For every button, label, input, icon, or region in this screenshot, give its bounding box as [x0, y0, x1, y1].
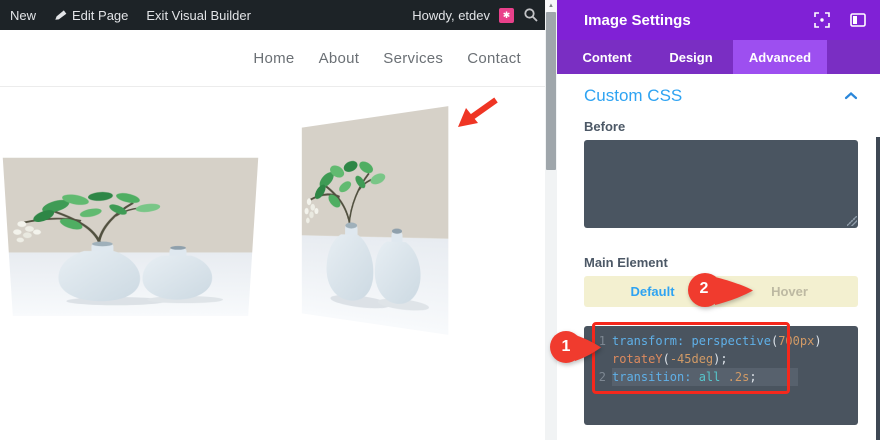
nav-item-about[interactable]: About [319, 50, 360, 67]
main-element-field-label: Main Element [584, 255, 668, 270]
admin-exit-visual-builder-button[interactable]: Exit Visual Builder [146, 8, 251, 23]
page-preview: Home About Services Contact [0, 30, 545, 440]
vase-image-hover-transformed[interactable] [302, 106, 449, 335]
admin-new-button[interactable]: New [10, 8, 36, 23]
scrollbar-up-icon[interactable]: ▲ [545, 0, 557, 12]
howdy-account-link[interactable]: Howdy, etdev [412, 8, 490, 23]
admin-bar-right: Howdy, etdev ✱ [412, 7, 547, 23]
tab-design[interactable]: Design [649, 40, 733, 74]
panel-scrollbar[interactable] [876, 137, 880, 440]
custom-css-section-header[interactable]: Custom CSS [584, 86, 858, 106]
page-scrollbar[interactable]: ▲ [545, 0, 557, 440]
search-icon[interactable] [523, 7, 539, 23]
tab-advanced[interactable]: Advanced [733, 40, 827, 74]
annotation-pin-2-number: 2 [687, 272, 721, 306]
panel-header-icons [814, 12, 866, 28]
admin-edit-page-button[interactable]: Edit Page [54, 8, 128, 23]
nav-item-contact[interactable]: Contact [467, 50, 521, 67]
annotation-pin-1: 1 [549, 330, 605, 366]
wp-admin-bar: New Edit Page Exit Visual Builder Howdy,… [0, 0, 547, 30]
nav-item-home[interactable]: Home [253, 50, 294, 67]
edit-page-label: Edit Page [72, 8, 128, 23]
nav-item-services[interactable]: Services [383, 50, 443, 67]
before-css-input[interactable] [584, 140, 858, 228]
site-nav: Home About Services Contact [0, 30, 545, 87]
red-arrow-annotation [456, 95, 502, 131]
custom-css-title: Custom CSS [584, 86, 682, 106]
annotation-pin-1-number: 1 [549, 330, 583, 364]
avatar[interactable]: ✱ [499, 8, 514, 23]
vase-photo [3, 158, 258, 316]
panel-tabs: Content Design Advanced [557, 40, 880, 74]
panel-header: Image Settings [557, 0, 880, 40]
pencil-icon [54, 9, 67, 22]
before-field-label: Before [584, 119, 625, 134]
red-rectangle-annotation [592, 322, 790, 394]
expand-module-icon[interactable] [814, 12, 830, 28]
vase-image-default[interactable] [3, 158, 258, 316]
textarea-resize-handle[interactable] [847, 216, 857, 226]
vase-photo [302, 106, 449, 335]
panel-layout-icon[interactable] [850, 12, 866, 28]
page-scrollbar-thumb[interactable] [546, 12, 556, 170]
chevron-up-icon[interactable] [844, 91, 858, 101]
screenshot-root: New Edit Page Exit Visual Builder Howdy,… [0, 0, 880, 440]
tab-content[interactable]: Content [565, 40, 649, 74]
annotation-pin-2: 2 [687, 272, 761, 310]
panel-title: Image Settings [584, 12, 691, 29]
admin-bar-left: New Edit Page Exit Visual Builder [0, 8, 251, 23]
